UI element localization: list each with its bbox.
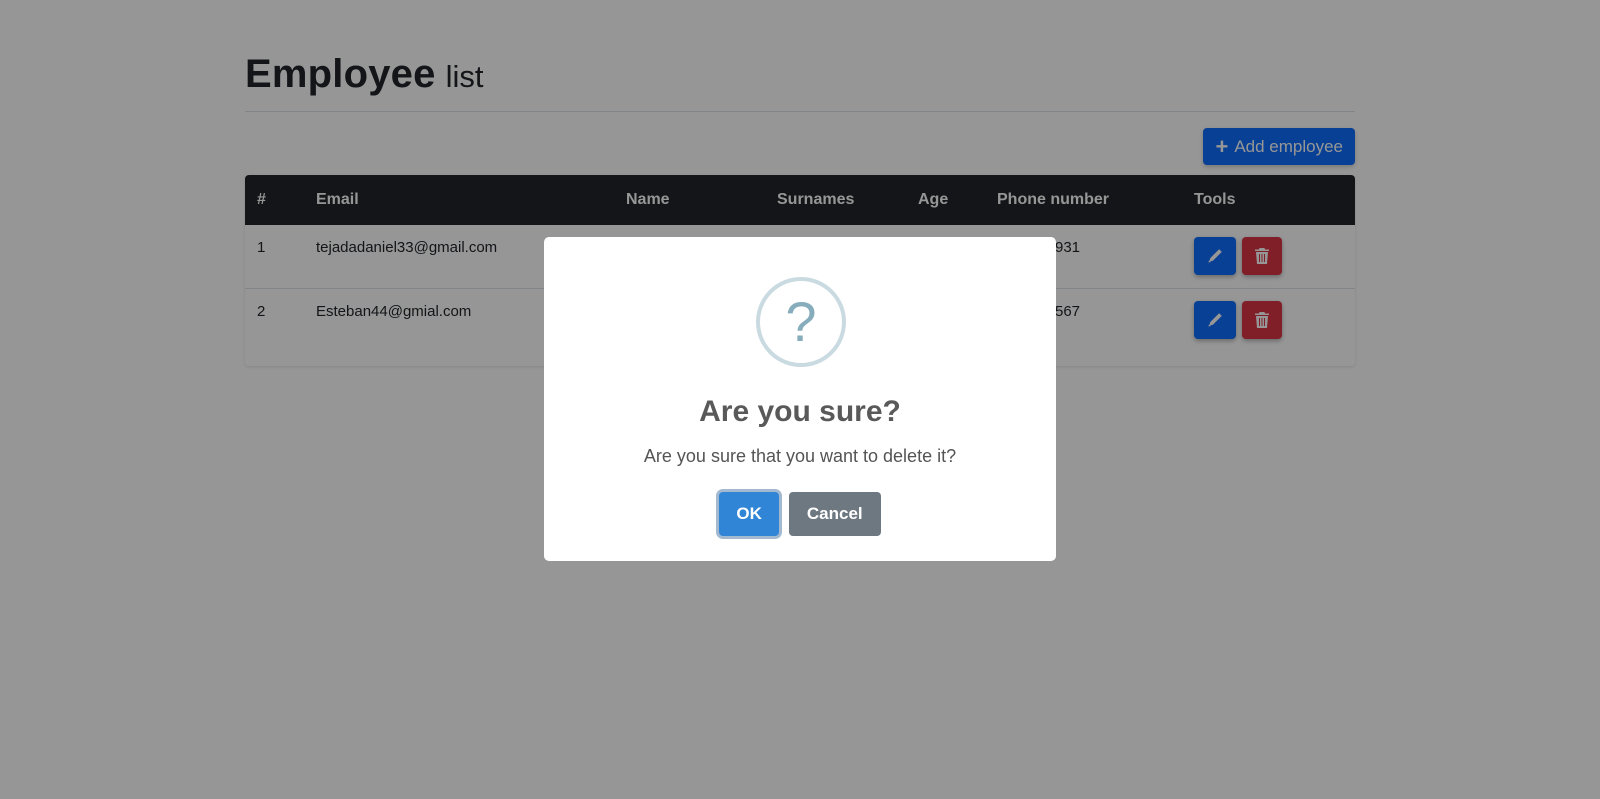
cancel-button[interactable]: Cancel	[788, 492, 881, 536]
confirm-dialog: ? Are you sure? Are you sure that you wa…	[544, 237, 1056, 561]
dialog-actions: OK Cancel	[544, 492, 1056, 536]
question-icon-glyph: ?	[785, 290, 817, 353]
ok-button[interactable]: OK	[719, 492, 779, 536]
dialog-message: Are you sure that you want to delete it?	[643, 446, 957, 466]
question-icon: ?	[756, 277, 846, 367]
dialog-title: Are you sure?	[699, 395, 901, 428]
